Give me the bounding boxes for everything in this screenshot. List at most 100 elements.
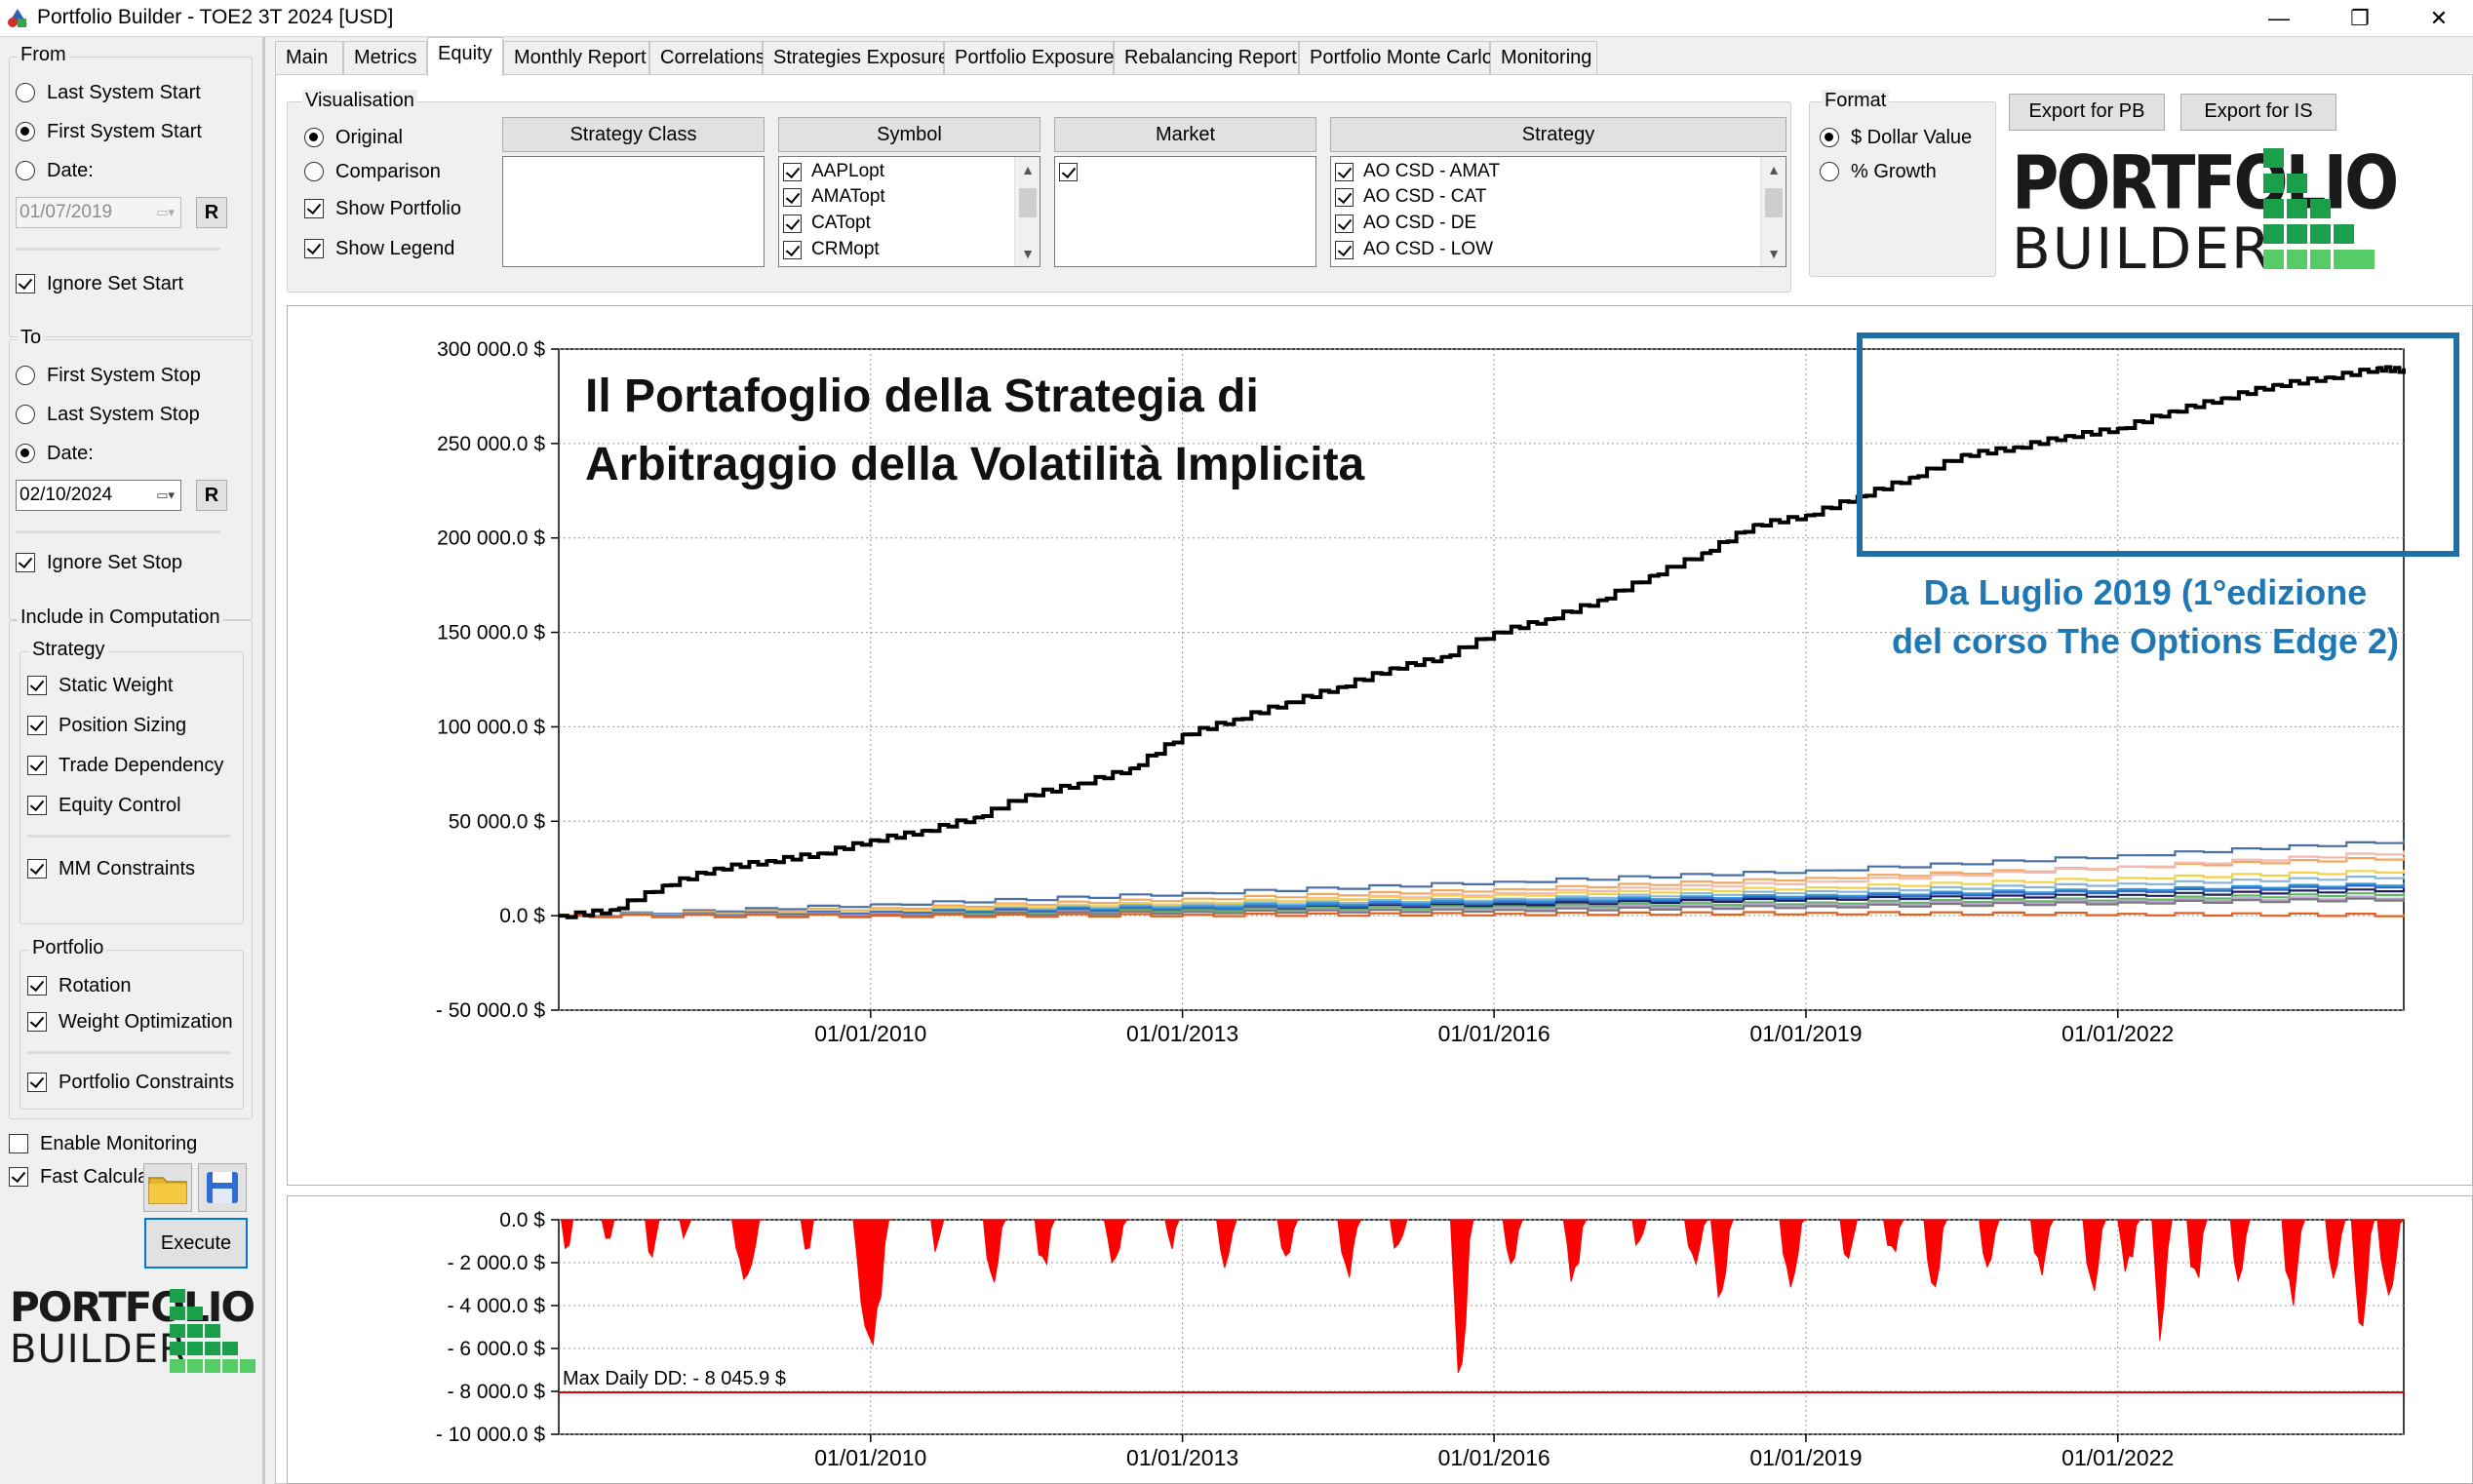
list-item[interactable]: AO CSD - DE [1335, 212, 1476, 235]
tab-monitoring[interactable]: Monitoring [1490, 41, 1597, 74]
title-bar: Portfolio Builder - TOE2 3T 2024 [USD] —… [0, 0, 2473, 37]
list-item[interactable]: CATopt [783, 212, 871, 235]
tab-monthly-report[interactable]: Monthly Report [503, 41, 649, 74]
list-item[interactable]: AAPLopt [783, 160, 884, 183]
overlay-title-line-1: Il Portafoglio della Strategia di [585, 371, 1259, 422]
logo-blocks-icon [2263, 148, 2375, 269]
trade-dependency-checkbox[interactable]: Trade Dependency [27, 753, 223, 778]
list-item[interactable]: AMATopt [783, 185, 885, 209]
strategy-list[interactable]: AO CSD - AMAT AO CSD - CAT AO CSD - DE A… [1330, 156, 1786, 267]
scroll-down-icon[interactable]: ▼ [1761, 243, 1786, 264]
static-weight-checkbox[interactable]: Static Weight [27, 673, 173, 698]
strategy-scrollbar[interactable]: ▲ ▼ [1760, 157, 1786, 266]
save-file-button[interactable] [198, 1163, 247, 1212]
checkbox-icon [304, 239, 324, 258]
portfolio-builder-logo: PORTFOLIO BUILDER [2012, 139, 2399, 282]
original-radio[interactable]: Original [304, 125, 403, 150]
show-portfolio-checkbox[interactable]: Show Portfolio [304, 196, 461, 221]
comparison-radio[interactable]: Comparison [304, 159, 441, 184]
list-item[interactable]: AO CSD - AMAT [1335, 160, 1500, 183]
x-tick-label: 01/01/2022 [2061, 1021, 2174, 1046]
tab-portfolio-monte-carlo[interactable]: Portfolio Monte Carlo [1299, 41, 1493, 74]
y-tick-label: 50 000.0 $ [449, 810, 546, 833]
calendar-dropdown-icon[interactable]: ▭▾ [156, 488, 175, 503]
tab-strategies-exposure[interactable]: Strategies Exposure [763, 41, 949, 74]
overlay-title-line-2: Arbitraggio della Volatilità Implicita [585, 439, 1365, 490]
from-date-picker[interactable]: 01/07/2019 ▭▾ [16, 197, 181, 228]
list-item[interactable] [1059, 160, 1087, 183]
tab-portfolio-exposure[interactable]: Portfolio Exposure [944, 41, 1114, 74]
tab-correlations[interactable]: Correlations [649, 41, 765, 74]
to-date-radio[interactable]: Date: [16, 441, 94, 466]
equity-control-checkbox[interactable]: Equity Control [27, 793, 181, 818]
to-date-picker[interactable]: 02/10/2024 ▭▾ [16, 480, 181, 511]
visualisation-group-label: Visualisation [302, 90, 417, 112]
show-legend-checkbox[interactable]: Show Legend [304, 236, 454, 261]
scroll-thumb[interactable] [1765, 188, 1783, 217]
from-date-radio[interactable]: Date: [16, 158, 94, 183]
dollar-value-radio[interactable]: $ Dollar Value [1820, 125, 1972, 150]
position-sizing-checkbox[interactable]: Position Sizing [27, 713, 186, 738]
window-title: Portfolio Builder - TOE2 3T 2024 [USD] [37, 6, 394, 28]
from-last-system-start-radio[interactable]: Last System Start [16, 80, 201, 105]
list-item[interactable]: AO CSD - LOW [1335, 238, 1493, 261]
list-item[interactable]: AO CSD - CAT [1335, 185, 1486, 209]
percent-growth-radio[interactable]: % Growth [1820, 159, 1937, 184]
radio-icon [304, 128, 324, 147]
tab-rebalancing-report[interactable]: Rebalancing Report [1114, 41, 1299, 74]
tab-metrics[interactable]: Metrics [343, 41, 427, 74]
logo-blocks-icon [170, 1289, 255, 1373]
tab-main[interactable]: Main [275, 41, 343, 74]
checkbox-icon [16, 553, 35, 572]
list-item[interactable]: CRMopt [783, 238, 880, 261]
portfolio-builder-logo-small: PORTFOLIO BUILDER [10, 1287, 255, 1375]
export-for-pb-button[interactable]: Export for PB [2009, 94, 2165, 131]
portfolio-subgroup-label: Portfolio [29, 937, 107, 959]
portfolio-constraints-checkbox[interactable]: Portfolio Constraints [27, 1070, 234, 1095]
scroll-down-icon[interactable]: ▼ [1015, 243, 1040, 264]
strategy-class-header[interactable]: Strategy Class [502, 117, 765, 152]
checkbox-icon [304, 199, 324, 218]
checkbox-icon [1059, 162, 1078, 181]
app-icon [8, 9, 27, 27]
strategy-class-list[interactable] [502, 156, 765, 267]
open-file-button[interactable] [143, 1163, 192, 1212]
market-list[interactable] [1054, 156, 1316, 267]
radio-icon [16, 161, 35, 180]
rotation-checkbox[interactable]: Rotation [27, 973, 132, 998]
symbol-list[interactable]: AAPLopt AMATopt CATopt CRMopt ▲ ▼ [778, 156, 1040, 267]
export-for-is-button[interactable]: Export for IS [2180, 94, 2336, 131]
to-first-system-stop-radio[interactable]: First System Stop [16, 363, 201, 388]
y-tick-label: 200 000.0 $ [437, 527, 545, 550]
strategy-header[interactable]: Strategy [1330, 117, 1786, 152]
tab-equity[interactable]: Equity [427, 37, 503, 76]
symbol-scrollbar[interactable]: ▲ ▼ [1014, 157, 1040, 266]
enable-monitoring-checkbox[interactable]: Enable Monitoring [9, 1131, 197, 1156]
separator [27, 1051, 230, 1054]
checkbox-icon [1335, 162, 1354, 181]
symbol-header[interactable]: Symbol [778, 117, 1040, 152]
execute-button[interactable]: Execute [144, 1218, 248, 1269]
ignore-set-stop-checkbox[interactable]: Ignore Set Stop [16, 550, 182, 575]
y-tick-label: - 10 000.0 $ [436, 1424, 545, 1446]
x-tick-label: 01/01/2022 [2061, 1445, 2174, 1470]
calendar-dropdown-icon[interactable]: ▭▾ [156, 205, 175, 220]
drawdown-chart[interactable]: 0.0 $ - 2 000.0 $ - 4 000.0 $ - 6 000.0 $ - … [288, 1196, 2473, 1484]
radio-icon [16, 366, 35, 385]
checkbox-icon [27, 716, 47, 735]
checkbox-icon [9, 1167, 28, 1187]
from-first-system-start-radio[interactable]: First System Start [16, 119, 202, 144]
from-reset-button[interactable]: R [196, 197, 227, 228]
to-reset-button[interactable]: R [196, 480, 227, 511]
minimize-icon[interactable]: — [2245, 0, 2313, 37]
market-header[interactable]: Market [1054, 117, 1316, 152]
scroll-thumb[interactable] [1019, 188, 1037, 217]
close-icon[interactable]: ✕ [2405, 0, 2473, 37]
scroll-up-icon[interactable]: ▲ [1015, 159, 1040, 180]
scroll-up-icon[interactable]: ▲ [1761, 159, 1786, 180]
restore-icon[interactable]: ❐ [2326, 0, 2394, 37]
ignore-set-start-checkbox[interactable]: Ignore Set Start [16, 271, 183, 296]
to-last-system-stop-radio[interactable]: Last System Stop [16, 402, 200, 427]
mm-constraints-checkbox[interactable]: MM Constraints [27, 856, 195, 881]
weight-optimization-checkbox[interactable]: Weight Optimization [27, 1009, 233, 1035]
